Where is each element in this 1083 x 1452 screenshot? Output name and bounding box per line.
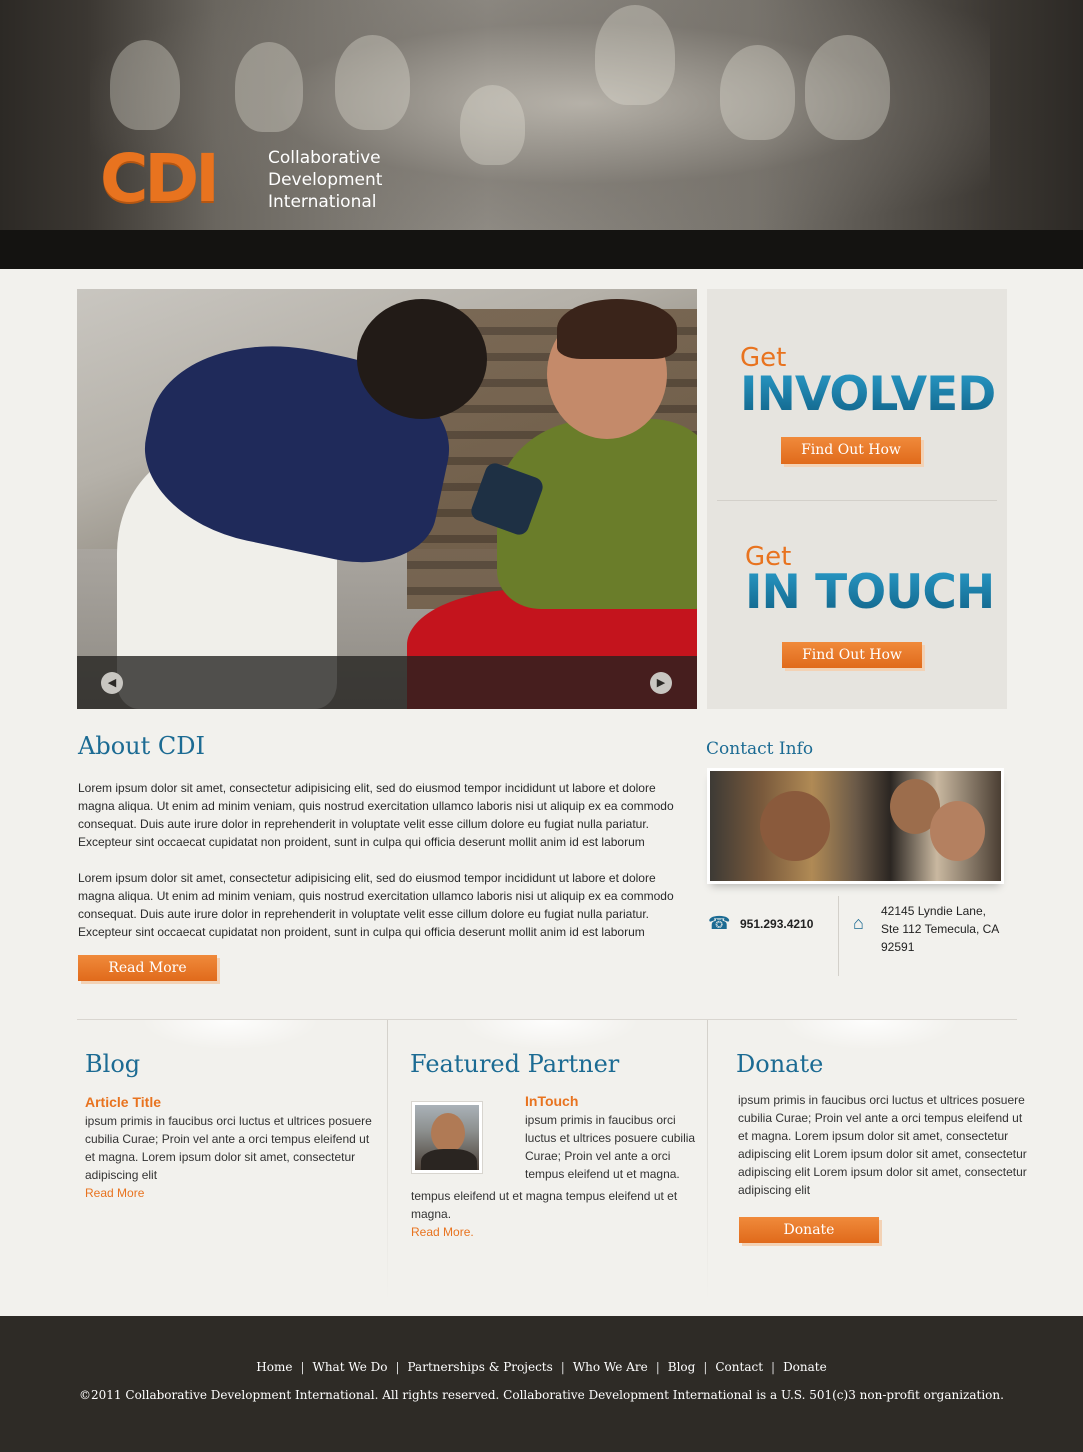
logo-word: Development (268, 170, 383, 190)
phone-icon: ☎ (708, 913, 731, 933)
header-photo-person (460, 85, 525, 165)
footer-separator: | (655, 1360, 660, 1374)
header-photo-person (805, 35, 890, 140)
partner-photo-face (431, 1113, 465, 1153)
column-divider (707, 1020, 708, 1300)
footer-link-donate[interactable]: Donate (783, 1360, 827, 1374)
header-nav-bar (0, 230, 1083, 269)
about-paragraph: Lorem ipsum dolor sit amet, consectetur … (78, 871, 674, 939)
arrow-left-icon[interactable]: ◀ (101, 672, 123, 694)
partner-photo-image (415, 1105, 479, 1170)
partner-photo-shirt (421, 1149, 477, 1170)
footer-separator: | (703, 1360, 708, 1374)
column-glow (460, 1020, 640, 1050)
address-line: Ste 112 Temecula, CA (881, 922, 1000, 936)
footer-nav: Home | What We Do | Partnerships & Projects |… (0, 1360, 1083, 1374)
copyright-text: ©2011 Collaborative Development Internat… (79, 1388, 1004, 1402)
slide-nurse-head (357, 299, 487, 419)
slide-patient-hair (557, 299, 677, 359)
home-icon: ⌂ (853, 913, 864, 933)
contact-divider (838, 896, 839, 976)
address-line: 92591 (881, 940, 915, 954)
footer-link-partnerships[interactable]: Partnerships & Projects (408, 1360, 553, 1374)
cta-divider (717, 500, 997, 501)
about-paragraph: Lorem ipsum dolor sit amet, consectetur … (78, 781, 674, 849)
footer-link-contact[interactable]: Contact (715, 1360, 763, 1374)
address: 42145 Lyndie Lane, Ste 112 Temecula, CA … (881, 902, 1021, 956)
footer-separator: | (395, 1360, 400, 1374)
donate-title: Donate (736, 1050, 824, 1078)
partner-description-cont: tempus eleifend ut et magna tempus eleif… (411, 1189, 678, 1221)
arrow-right-icon[interactable]: ▶ (650, 672, 672, 694)
footer-link-who-we-are[interactable]: Who We Are (573, 1360, 648, 1374)
cdi-logo[interactable]: CDI Collaborative Development Internatio… (100, 142, 400, 216)
get-in-touch-heading: IN TOUCH (745, 565, 995, 620)
contact-photo-person (760, 791, 830, 861)
partner-title: Featured Partner (410, 1050, 620, 1078)
logo-wordmark: Collaborative Development International (268, 147, 382, 213)
logo-word: International (268, 192, 377, 212)
contact-photo-image (710, 771, 1001, 881)
about-read-more-button[interactable]: Read More (78, 955, 217, 981)
phone-number[interactable]: 951.293.4210 (740, 917, 813, 931)
footer-link-what-we-do[interactable]: What We Do (312, 1360, 387, 1374)
contact-photo (707, 768, 1004, 884)
blog-read-more-link[interactable]: Read More (85, 1186, 144, 1200)
photo-slider: ◀ ▶ (77, 289, 697, 709)
contact-photo-person (930, 801, 985, 861)
column-glow (780, 1020, 960, 1050)
header-banner: CDI Collaborative Development Internatio… (0, 0, 1083, 269)
address-line: 42145 Lyndie Lane, (881, 904, 986, 918)
logo-mark: CDI (100, 140, 220, 217)
partner-read-more-link[interactable]: Read More. (411, 1225, 474, 1239)
partner-name[interactable]: InTouch (525, 1093, 578, 1109)
header-photo-person (335, 35, 410, 130)
header-photo-person (110, 40, 180, 130)
get-involved-heading: INVOLVED (740, 367, 996, 422)
donate-button[interactable]: Donate (739, 1217, 879, 1243)
header-photo-person (720, 45, 795, 140)
footer-separator: | (560, 1360, 565, 1374)
logo-word: Collaborative (268, 148, 381, 168)
get-in-touch-button[interactable]: Find Out How (782, 642, 922, 668)
blog-article-title[interactable]: Article Title (85, 1094, 161, 1110)
column-divider (387, 1020, 388, 1300)
slider-control-bar (77, 656, 697, 709)
footer-link-blog[interactable]: Blog (668, 1360, 696, 1374)
partner-description: ipsum primis in faucibus orci luctus et … (525, 1113, 696, 1181)
blog-title: Blog (85, 1050, 141, 1078)
get-involved-button[interactable]: Find Out How (781, 437, 921, 464)
header-photo-person (235, 42, 303, 132)
about-title: About CDI (78, 732, 205, 760)
donate-text: ipsum primis in faucibus orci luctus et … (738, 1093, 1027, 1197)
cta-panel: Get INVOLVED Find Out How Get IN TOUCH F… (707, 289, 1007, 709)
footer-link-home[interactable]: Home (256, 1360, 292, 1374)
contact-title: Contact Info (706, 739, 814, 759)
blog-excerpt: ipsum primis in faucibus orci luctus et … (85, 1114, 372, 1182)
footer-separator: | (771, 1360, 776, 1374)
partner-photo (411, 1101, 483, 1174)
header-photo-person (595, 5, 675, 105)
column-glow (140, 1020, 320, 1050)
footer-separator: | (300, 1360, 305, 1374)
footer (0, 1316, 1083, 1452)
